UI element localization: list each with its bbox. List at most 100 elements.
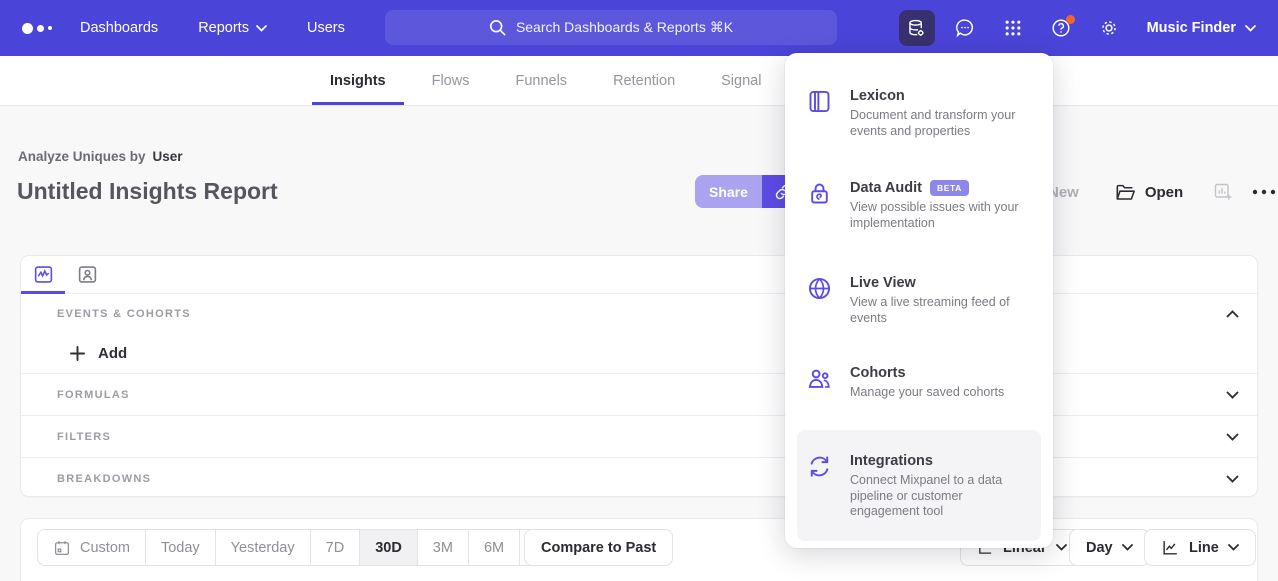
section-formulas-label: FORMULAS [57,389,130,401]
more-options-button[interactable] [1252,189,1276,195]
chevron-down-icon [1122,544,1133,551]
workspace-switcher[interactable]: Music Finder [1147,20,1256,36]
plus-icon [70,346,85,361]
top-nav: Dashboards Reports Users Search Dashboar… [0,0,1278,56]
menu-item-title: Integrations [850,453,933,469]
chevron-down-icon [1056,544,1067,551]
open-button[interactable]: Open [1115,183,1183,202]
compare-to-past-button[interactable]: Compare to Past [524,529,673,566]
search-input[interactable]: Search Dashboards & Reports ⌘K [385,10,837,45]
nav-users-label: Users [307,20,345,36]
tab-signal[interactable]: Signal [717,56,765,105]
tab-retention[interactable]: Retention [609,56,679,105]
range-custom[interactable]: Custom [38,530,146,565]
help-button[interactable] [1043,10,1079,46]
report-tabbar: Insights Flows Funnels Retention Signal … [0,56,1278,106]
beta-badge: BETA [930,180,969,196]
feedback-bubble-icon [954,17,976,39]
calendar-icon [53,539,71,557]
analyze-prefix: Analyze Uniques by [18,149,146,164]
menu-item-integrations[interactable]: Integrations Connect Mixpanel to a data … [797,430,1041,541]
chevron-down-icon[interactable] [1226,475,1239,483]
menu-item-lexicon[interactable]: Lexicon Document and transform your even… [805,88,1037,139]
add-event-button[interactable]: Add [21,334,1257,374]
chart-type-selector[interactable]: Line [1144,529,1256,566]
section-filters[interactable]: FILTERS [21,416,1257,458]
nav-dashboards[interactable]: Dashboards [80,20,158,36]
notification-dot [1066,15,1075,24]
menu-item-desc: View possible issues with your implement… [850,200,1030,231]
folder-icon [1115,183,1136,202]
nav-links: Dashboards Reports Users [80,20,345,36]
chart-controls-card: Custom Today Yesterday 7D 30D 3M 6M 12M … [20,518,1258,581]
audit-lock-icon [805,180,833,231]
chart-view-icon [33,264,54,285]
section-events-label: EVENTS & COHORTS [57,308,191,320]
range-today[interactable]: Today [146,530,216,565]
builder-tab-profiles[interactable] [65,256,109,293]
chevron-down-icon[interactable] [1226,433,1239,441]
range-30d[interactable]: 30D [360,530,418,565]
database-gear-icon [906,18,927,39]
section-breakdowns-label: BREAKDOWNS [57,473,151,485]
section-events-cohorts[interactable]: EVENTS & COHORTS [21,294,1257,334]
menu-item-desc: View a live streaming feed of events [850,295,1030,326]
query-builder-card: EVENTS & COHORTS Add FORMULAS FILTERS BR… [20,255,1258,497]
interval-label: Day [1086,540,1113,556]
nav-dashboards-label: Dashboards [80,20,158,36]
mixpanel-logo-icon[interactable] [22,23,62,34]
section-filters-label: FILTERS [57,431,111,443]
mixpanel-app: Dashboards Reports Users Search Dashboar… [0,0,1278,581]
tab-flows[interactable]: Flows [428,56,474,105]
menu-item-title: Data Audit [850,180,922,196]
analyze-line: Analyze Uniques by User [18,149,183,164]
workspace-name: Music Finder [1147,20,1236,36]
chevron-down-icon [1228,544,1239,551]
interval-selector[interactable]: Day [1069,529,1150,566]
range-3m[interactable]: 3M [418,530,469,565]
range-yesterday[interactable]: Yesterday [216,530,311,565]
menu-item-title: Cohorts [850,365,906,381]
nav-reports[interactable]: Reports [198,20,267,36]
section-breakdowns[interactable]: BREAKDOWNS [21,458,1257,500]
settings-button[interactable] [1091,10,1127,46]
nav-right-icons: Music Finder [899,0,1278,56]
menu-item-desc: Connect Mixpanel to a data pipeline or c… [850,473,1030,520]
tab-insights[interactable]: Insights [326,56,390,105]
tab-funnels[interactable]: Funnels [511,56,571,105]
open-label: Open [1145,184,1183,201]
sync-arrows-icon [805,453,833,520]
analyze-value[interactable]: User [153,149,183,164]
menu-item-title: Lexicon [850,88,905,104]
nav-users[interactable]: Users [307,20,345,36]
chevron-down-icon [1245,25,1256,32]
date-range-control: Custom Today Yesterday 7D 30D 3M 6M 12M [37,529,579,566]
page-title[interactable]: Untitled Insights Report [17,178,278,205]
apps-button[interactable] [995,10,1031,46]
gear-icon [1098,17,1120,39]
apps-grid-icon [1003,18,1023,38]
profiles-view-icon [77,264,98,285]
menu-item-data-audit[interactable]: Data Audit BETA View possible issues wit… [805,180,1037,231]
feedback-button[interactable] [947,10,983,46]
menu-item-live-view[interactable]: Live View View a live streaming feed of … [805,275,1037,326]
range-6m[interactable]: 6M [469,530,520,565]
chevron-down-icon[interactable] [1226,391,1239,399]
builder-tab-chart[interactable] [21,256,65,293]
range-7d[interactable]: 7D [311,530,361,565]
data-management-button[interactable] [899,10,935,46]
chart-add-icon [1213,182,1233,202]
menu-item-desc: Document and transform your events and p… [850,108,1030,139]
builder-view-tabs [21,256,1257,294]
chevron-up-icon[interactable] [1226,310,1239,318]
people-icon [805,365,833,401]
add-to-dashboard-button[interactable] [1213,182,1233,202]
menu-item-title: Live View [850,275,916,291]
nav-reports-label: Reports [198,20,249,36]
menu-item-cohorts[interactable]: Cohorts Manage your saved cohorts [805,365,1037,401]
kebab-dots-icon [1252,189,1276,195]
chart-type-label: Line [1189,540,1219,556]
section-formulas[interactable]: FORMULAS [21,374,1257,416]
share-button[interactable]: Share [695,175,762,208]
add-label: Add [98,345,127,362]
